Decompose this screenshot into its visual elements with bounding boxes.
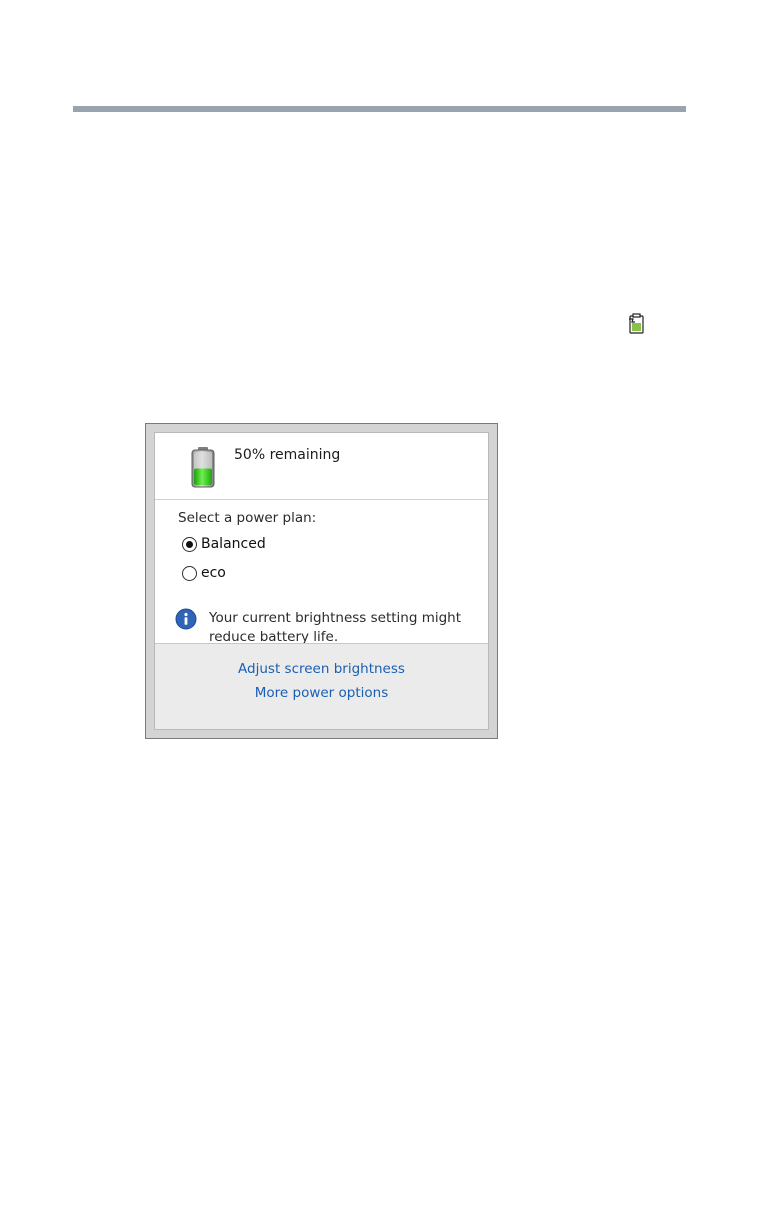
balanced-label: Balanced (201, 536, 266, 552)
power-plan-balanced-option[interactable]: Balanced (182, 536, 266, 552)
eco-label: eco (201, 565, 226, 581)
battery-status-section: 50% remaining (155, 433, 488, 500)
eco-radio-button[interactable] (182, 565, 197, 581)
balanced-radio-button[interactable] (182, 536, 197, 552)
info-icon (175, 608, 197, 630)
battery-flyout-panel: 50% remaining Select a power plan: Balan… (154, 432, 489, 730)
battery-flyout: 50% remaining Select a power plan: Balan… (145, 423, 498, 739)
power-plan-eco-option[interactable]: eco (182, 565, 226, 581)
battery-icon (191, 447, 215, 488)
page-header-rule (73, 106, 686, 112)
power-plan-heading: Select a power plan: (178, 510, 317, 526)
battery-charge-level (194, 468, 212, 485)
battery-tray-icon (629, 313, 644, 334)
adjust-screen-brightness-link[interactable]: Adjust screen brightness (155, 661, 488, 677)
battery-remaining-text: 50% remaining (234, 447, 341, 463)
flyout-links-section: Adjust screen brightness More power opti… (155, 643, 488, 729)
brightness-warning-text: Your current brightness setting might re… (209, 610, 462, 645)
more-power-options-link[interactable]: More power options (155, 685, 488, 701)
